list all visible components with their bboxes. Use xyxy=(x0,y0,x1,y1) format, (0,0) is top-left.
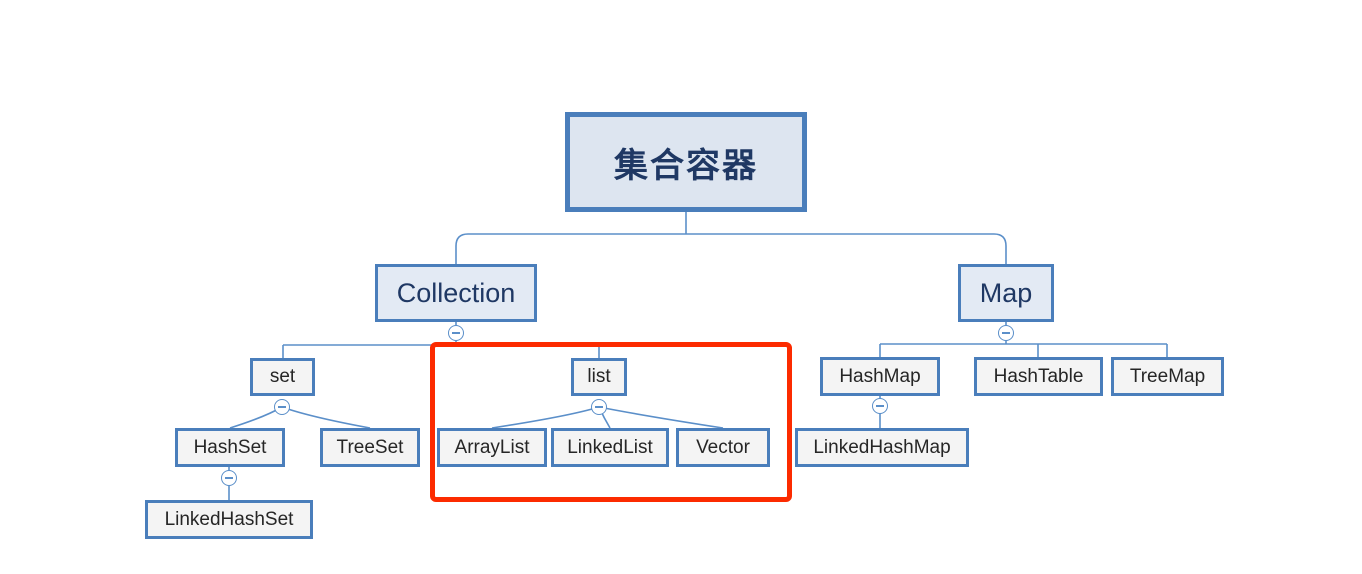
collapse-toggle-hashmap-icon[interactable] xyxy=(872,398,888,414)
node-hashtable-label: HashTable xyxy=(993,365,1084,387)
node-treemap-label: TreeMap xyxy=(1129,365,1206,387)
node-treeset-label: TreeSet xyxy=(336,436,404,458)
node-map-label: Map xyxy=(979,277,1033,308)
node-vector[interactable]: Vector xyxy=(676,428,770,467)
node-linkedhashset-label: LinkedHashSet xyxy=(164,508,294,530)
node-hashset-label: HashSet xyxy=(193,436,267,458)
node-linkedlist-label: LinkedList xyxy=(567,436,653,458)
node-treeset[interactable]: TreeSet xyxy=(320,428,420,467)
node-linkedlist[interactable]: LinkedList xyxy=(551,428,669,467)
node-linkedhashset[interactable]: LinkedHashSet xyxy=(145,500,313,539)
connector-lines xyxy=(228,212,1168,500)
node-arraylist-label: ArrayList xyxy=(454,436,530,458)
node-hashset[interactable]: HashSet xyxy=(175,428,285,467)
node-collection[interactable]: Collection xyxy=(375,264,537,322)
collapse-toggle-set-icon[interactable] xyxy=(274,399,290,415)
collapse-toggle-list-icon[interactable] xyxy=(591,399,607,415)
collapse-toggle-map-icon[interactable] xyxy=(998,325,1014,341)
node-list[interactable]: list xyxy=(571,358,627,396)
node-treemap[interactable]: TreeMap xyxy=(1111,357,1224,396)
node-hashmap-label: HashMap xyxy=(839,365,921,387)
node-root[interactable]: 集合容器 xyxy=(565,112,807,212)
node-hashmap[interactable]: HashMap xyxy=(820,357,940,396)
diagram-canvas: 集合容器 Collection Map set list HashMap Has… xyxy=(0,0,1362,574)
node-set-label: set xyxy=(269,366,296,387)
edge-root-to-map xyxy=(686,233,1007,264)
node-arraylist[interactable]: ArrayList xyxy=(437,428,547,467)
node-hashtable[interactable]: HashTable xyxy=(974,357,1103,396)
edge-list-to-arraylist xyxy=(491,406,600,429)
edge-root-to-collection xyxy=(455,233,686,264)
edge-set-to-treeset xyxy=(281,406,371,429)
node-root-label: 集合容器 xyxy=(614,146,758,185)
collapse-toggle-hashset-icon[interactable] xyxy=(221,470,237,486)
node-collection-label: Collection xyxy=(396,277,516,308)
node-vector-label: Vector xyxy=(696,436,750,458)
edge-list-to-vector xyxy=(598,406,724,429)
node-set[interactable]: set xyxy=(250,358,315,396)
node-linkedhashmap-label: LinkedHashMap xyxy=(813,436,951,458)
node-linkedhashmap[interactable]: LinkedHashMap xyxy=(795,428,969,467)
node-map[interactable]: Map xyxy=(958,264,1054,322)
collapse-toggle-collection-icon[interactable] xyxy=(448,325,464,341)
node-list-label: list xyxy=(587,366,611,387)
